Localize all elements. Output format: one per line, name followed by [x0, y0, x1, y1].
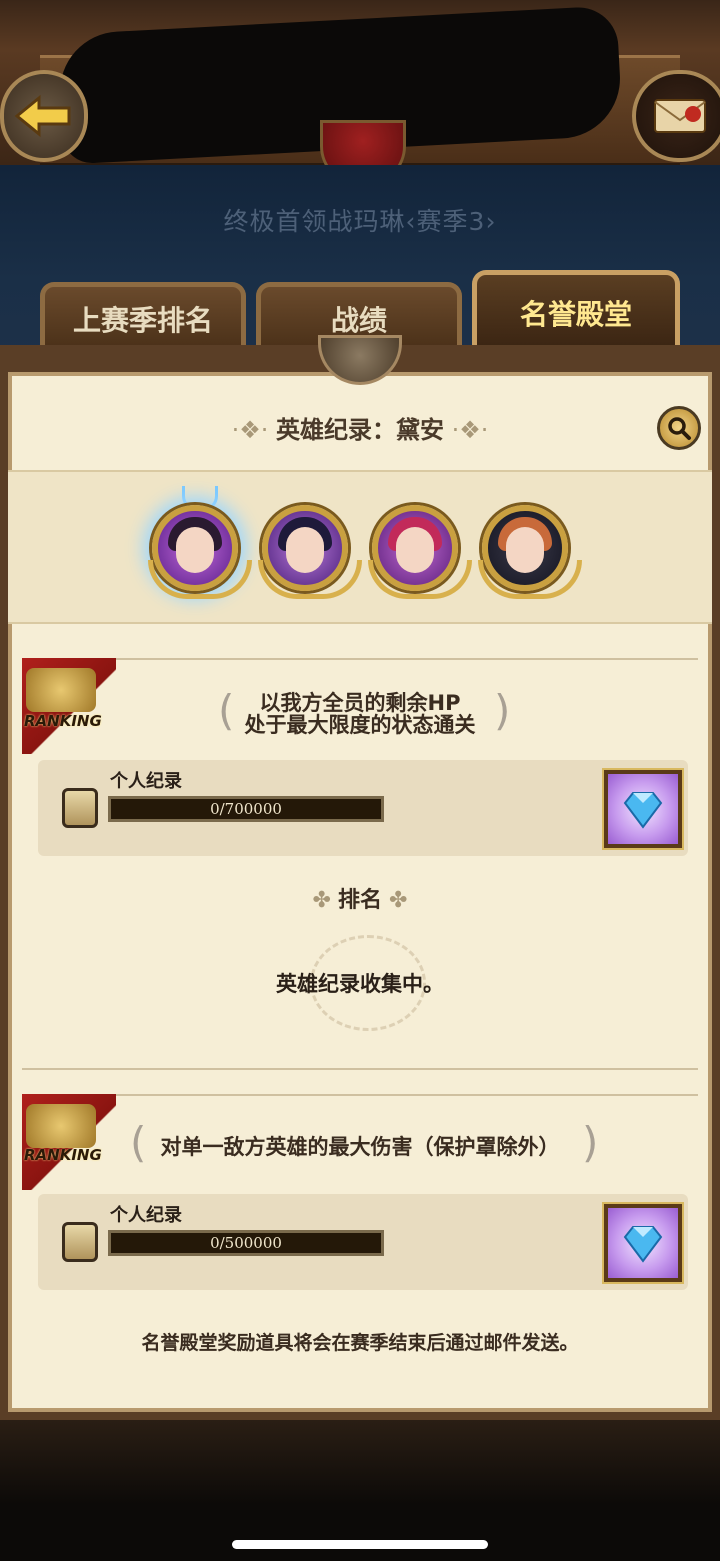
- condition-line-1: 对单一敌方英雄的最大伤害（保护罩除外）: [160, 1135, 560, 1159]
- home-indicator[interactable]: [232, 1540, 488, 1549]
- personal-record-label: 个人纪录: [110, 1205, 182, 1226]
- ranking-heading: ✤ 排名 ✤: [0, 882, 720, 914]
- search-icon: [668, 417, 691, 440]
- diamond-gem-icon: [623, 792, 663, 829]
- hero-record-prefix: 英雄纪录：: [276, 416, 396, 444]
- tab-last-season-ranking[interactable]: 上赛季排名: [40, 282, 246, 350]
- condition-line-2: 处于最大限度的状态通关: [244, 713, 476, 737]
- hero-avatar-4[interactable]: [478, 505, 582, 599]
- ranking-heading-label: 排名: [337, 888, 382, 913]
- reward-item[interactable]: [602, 768, 684, 850]
- hero-record-header: ·❖· 英雄纪录：黛安 ·❖·: [0, 410, 720, 445]
- divider-ornament-left: ·❖·: [231, 416, 276, 444]
- mail-icon: [654, 99, 706, 133]
- back-arrow-icon: [14, 94, 71, 138]
- record-progress-bar: 0/500000: [108, 1230, 384, 1256]
- back-button[interactable]: [0, 70, 88, 162]
- tab-hall-of-fame[interactable]: 名誉殿堂: [472, 270, 680, 350]
- hero-avatar-2[interactable]: [258, 505, 362, 599]
- scroll-icon: [62, 1222, 98, 1262]
- boss-stage-title: 终极首领战玛琳‹赛季3›: [223, 207, 497, 236]
- hero-record-name: 黛安: [396, 416, 444, 444]
- ranking-collecting-status: 英雄纪录收集中。: [276, 972, 444, 996]
- personal-record-label: 个人纪录: [110, 771, 182, 792]
- record-progress-bar: 0/700000: [108, 796, 384, 822]
- hero-selector-strip: [8, 470, 712, 624]
- condition-line-1: 以我方全员的剩余HP: [259, 691, 461, 715]
- reward-mail-note: 名誉殿堂奖励道具将会在赛季结束后通过邮件发送。: [141, 1332, 579, 1354]
- reward-item[interactable]: [602, 1202, 684, 1284]
- search-button[interactable]: [657, 406, 701, 450]
- divider-ornament-right: ·❖·: [444, 416, 489, 444]
- heading-ornament-left: ✤: [312, 888, 338, 913]
- heading-ornament-right: ✤: [382, 888, 408, 913]
- hero-avatar-1[interactable]: [148, 505, 252, 599]
- mail-button[interactable]: [632, 70, 720, 162]
- hero-avatar-3[interactable]: [368, 505, 472, 599]
- scroll-icon: [62, 788, 98, 828]
- diamond-gem-icon: [623, 1226, 663, 1263]
